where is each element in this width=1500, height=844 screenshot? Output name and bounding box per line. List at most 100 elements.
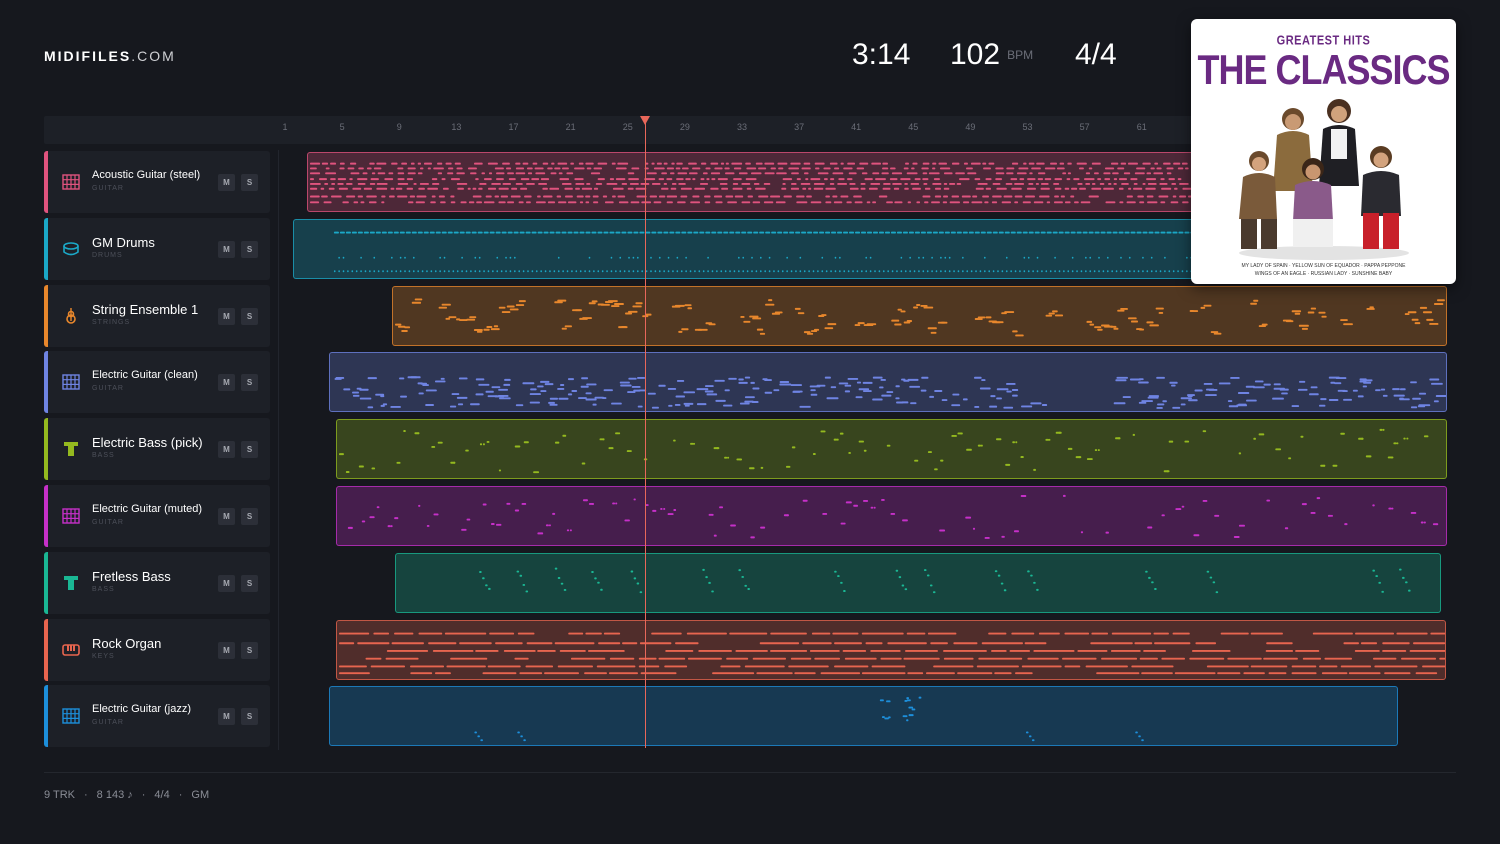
mute-button[interactable]: M: [218, 240, 235, 258]
mute-button[interactable]: M: [218, 508, 235, 525]
track-count: 9 TRK: [44, 789, 75, 801]
bass-icon: [62, 440, 80, 458]
track-header[interactable]: Acoustic Guitar (steel) GUITAR M S: [44, 151, 270, 213]
footer-signature: 4/4: [154, 789, 170, 801]
album-songs-line-2: WINGS OF AN EAGLE · RUSSIAN LADY · SUNSH…: [1254, 271, 1393, 277]
brand-suffix: .COM: [131, 48, 176, 64]
mute-button[interactable]: M: [218, 708, 235, 726]
solo-button[interactable]: S: [241, 374, 258, 392]
track-clip[interactable]: [336, 486, 1447, 546]
guitar-grid-icon: [62, 707, 80, 725]
playhead-handle[interactable]: [639, 116, 650, 125]
track-color-bar: [44, 485, 48, 547]
ruler-tick-label: 57: [1079, 122, 1090, 132]
track-color-bar: [44, 217, 48, 280]
track-color-bar: [44, 551, 48, 614]
ruler-tick-label: 1: [282, 122, 288, 132]
ruler-tick-label: 37: [794, 122, 805, 132]
footer-divider: [44, 772, 1456, 773]
track-header[interactable]: Fretless Bass BASS M S: [44, 551, 270, 614]
ruler-tick-label: 9: [396, 122, 402, 132]
track-header[interactable]: String Ensemble 1 STRINGS M S: [44, 284, 270, 347]
track-header[interactable]: Electric Guitar (muted) GUITAR M S: [44, 485, 270, 547]
ruler-tick-label: 53: [1022, 122, 1033, 132]
track-color-bar: [44, 284, 48, 347]
violin-icon: [62, 307, 80, 325]
track-clip[interactable]: [395, 552, 1441, 613]
ruler-tick-label: 61: [1136, 122, 1147, 132]
brand-logo[interactable]: MIDIFILES.COM: [44, 48, 176, 64]
track-category: BASS: [92, 585, 115, 593]
guitar-grid-icon: [62, 173, 80, 191]
track-name: Rock Organ: [92, 635, 162, 651]
solo-button[interactable]: S: [241, 508, 258, 525]
brand-name: MIDIFILES: [44, 48, 132, 64]
mute-button[interactable]: M: [218, 641, 235, 659]
track-name: Acoustic Guitar (steel): [92, 169, 201, 181]
guitar-grid-icon: [62, 507, 80, 525]
note-pattern: [347, 494, 1439, 539]
track-header[interactable]: GM Drums DRUMS M S: [44, 217, 270, 280]
track-name: String Ensemble 1: [92, 301, 199, 317]
track-clip[interactable]: [329, 352, 1447, 413]
track-color-bar: [44, 618, 48, 681]
solo-button[interactable]: S: [241, 240, 258, 258]
tempo-display: 102 BPM: [950, 32, 1033, 72]
album-cover: GREATEST HITS THE CLASSICS MY LADY OF SP…: [1191, 19, 1456, 284]
track-header[interactable]: Electric Guitar (clean) GUITAR M S: [44, 351, 270, 414]
solo-button[interactable]: S: [241, 574, 258, 592]
status-footer: 9 TRK · 8 143 ♪ · 4/4 · GM: [44, 789, 209, 801]
lane-divider: [278, 150, 279, 750]
ruler-tick-label: 49: [965, 122, 976, 132]
track-clip[interactable]: [336, 419, 1447, 480]
time-display: 3:14: [852, 38, 911, 71]
midi-standard: GM: [191, 789, 210, 801]
ruler-tick-label: 21: [565, 122, 576, 132]
track-name: Electric Guitar (muted): [92, 503, 203, 515]
ruler-tick-label: 41: [851, 122, 862, 132]
ruler-tick-label: 13: [451, 122, 462, 132]
note-count: 8 143 ♪: [96, 789, 133, 801]
track-category: GUITAR: [92, 185, 124, 192]
track-header[interactable]: Electric Guitar (jazz) GUITAR M S: [44, 685, 270, 748]
band-photo: [1239, 99, 1409, 260]
track-color-bar: [44, 685, 48, 748]
track-category: GUITAR: [92, 719, 124, 727]
solo-button[interactable]: S: [241, 708, 258, 726]
time-signature-display: 4/4: [1075, 38, 1117, 71]
mute-button[interactable]: M: [218, 307, 235, 325]
mute-button[interactable]: M: [218, 441, 235, 459]
solo-button[interactable]: S: [241, 641, 258, 659]
track-clip[interactable]: [392, 285, 1447, 346]
track-header[interactable]: Rock Organ KEYS M S: [44, 618, 270, 681]
note-pattern: [334, 376, 1446, 410]
track-name: Electric Guitar (jazz): [92, 703, 192, 716]
playhead-line[interactable]: [644, 116, 646, 748]
note-pattern: [474, 697, 1144, 742]
ruler-tick-label: 5: [339, 122, 345, 132]
track-color-bar: [44, 351, 48, 414]
mute-button[interactable]: M: [218, 174, 235, 191]
solo-button[interactable]: S: [241, 174, 258, 191]
note-pattern: [338, 632, 1445, 674]
midi-player-app: MIDIFILES.COM 3:14 102 BPM 4/4 1 5 9 13 17 21 2…: [0, 0, 1500, 844]
track-color-bar: [44, 151, 48, 213]
solo-button[interactable]: S: [241, 307, 258, 325]
mute-button[interactable]: M: [218, 574, 235, 592]
track-name: Fretless Bass: [92, 568, 171, 584]
solo-button[interactable]: S: [241, 441, 258, 459]
guitar-grid-icon: [62, 373, 80, 391]
ruler-tick-label: 33: [736, 122, 747, 132]
track-category: STRINGS: [92, 318, 131, 326]
note-pattern: [479, 567, 1411, 593]
track-name: Electric Guitar (clean): [92, 369, 198, 382]
separator-dot: ·: [178, 789, 183, 801]
track-clip[interactable]: [336, 619, 1446, 680]
note-pattern: [338, 429, 1429, 474]
track-header[interactable]: Electric Bass (pick) BASS M S: [44, 418, 270, 481]
track-clip[interactable]: [329, 686, 1398, 747]
track-name: Electric Bass (pick): [92, 435, 203, 451]
drum-icon: [62, 240, 80, 258]
mute-button[interactable]: M: [218, 374, 235, 392]
ruler-tick-label: 17: [508, 122, 519, 132]
